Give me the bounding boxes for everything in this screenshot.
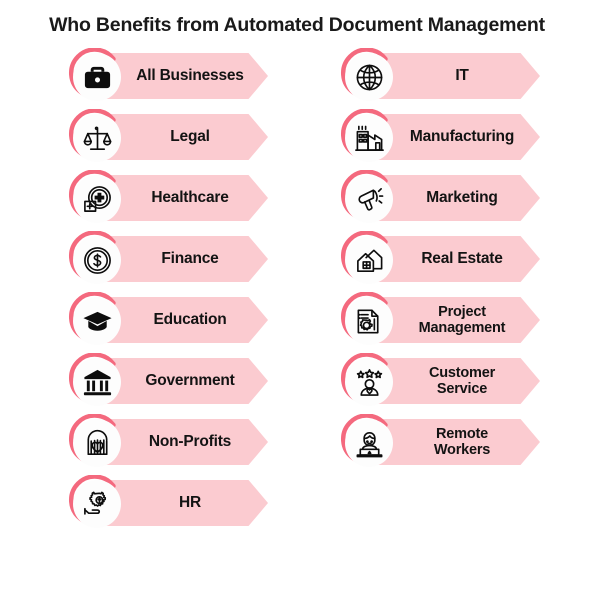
benefit-icon-badge (68, 413, 126, 472)
benefit-icon-badge (68, 352, 126, 411)
benefit-icon-badge (340, 108, 398, 167)
page-title: Who Benefits from Automated Document Man… (49, 14, 545, 36)
benefit-row[interactable]: Project Management (340, 291, 540, 353)
benefit-label: Marketing (426, 189, 498, 207)
benefit-banner: Healthcare (106, 175, 268, 221)
benefit-label: Education (153, 311, 227, 329)
benefit-row[interactable]: Real Estate (340, 230, 540, 292)
benefit-banner: Marketing (378, 175, 540, 221)
benefit-banner: Real Estate (378, 236, 540, 282)
benefit-banner: Non-Profits (106, 419, 268, 465)
benefit-banner: Government (106, 358, 268, 404)
benefit-label: Remote Workers (433, 425, 491, 458)
left-column: All Businesses Legal Healthcare Finance Educ… (68, 47, 268, 536)
benefit-row[interactable]: Manufacturing (340, 108, 540, 170)
person-laptop-icon (345, 419, 393, 467)
benefit-banner: IT (378, 53, 540, 99)
benefit-row[interactable]: Finance (68, 230, 268, 292)
benefit-icon-badge (340, 413, 398, 472)
benefit-row[interactable]: Government (68, 352, 268, 414)
government-building-icon (73, 358, 121, 406)
briefcase-icon (73, 53, 121, 101)
benefit-icon-badge (68, 108, 126, 167)
benefit-row[interactable]: Non-Profits (68, 413, 268, 475)
benefit-label: Legal (170, 128, 210, 146)
benefit-label: Non-Profits (148, 433, 232, 451)
hands-heart-icon (73, 419, 121, 467)
benefit-icon-badge (340, 291, 398, 350)
benefit-banner: HR (106, 480, 268, 526)
benefit-icon-badge (340, 47, 398, 106)
benefit-label: HR (179, 494, 201, 512)
benefit-label: Project Management (418, 303, 506, 336)
benefit-label: IT (455, 67, 469, 85)
benefit-icon-badge (68, 474, 126, 533)
benefit-row[interactable]: Customer Service (340, 352, 540, 414)
benefit-row[interactable]: All Businesses (68, 47, 268, 109)
benefit-label: Government (145, 372, 235, 390)
benefit-row[interactable]: Remote Workers (340, 413, 540, 475)
benefit-icon-badge (68, 291, 126, 350)
medical-cross-icon (73, 175, 121, 223)
benefit-banner: Finance (106, 236, 268, 282)
benefit-label: Healthcare (151, 189, 229, 207)
benefit-label: Real Estate (421, 250, 503, 268)
dollar-coin-icon (73, 236, 121, 284)
benefit-label: Finance (161, 250, 219, 268)
benefit-banner: Customer Service (378, 358, 540, 404)
benefit-label: All Businesses (136, 67, 244, 85)
benefit-banner: Education (106, 297, 268, 343)
right-column: IT Manufacturing Marketing Real Estate Proje… (340, 47, 540, 475)
benefit-icon-badge (340, 230, 398, 289)
benefit-banner: Remote Workers (378, 419, 540, 465)
benefit-icon-badge (340, 169, 398, 228)
benefit-icon-badge (68, 169, 126, 228)
graduation-cap-icon (73, 297, 121, 345)
benefit-icon-badge (68, 230, 126, 289)
benefit-icon-badge (68, 47, 126, 106)
benefit-row[interactable]: Marketing (340, 169, 540, 231)
benefit-banner: Project Management (378, 297, 540, 343)
benefit-banner: Manufacturing (378, 114, 540, 160)
globe-icon (345, 53, 393, 101)
person-stars-icon (345, 358, 393, 406)
infographic-canvas: Who Benefits from Automated Document Man… (0, 0, 594, 594)
benefit-row[interactable]: Education (68, 291, 268, 353)
benefit-banner: Legal (106, 114, 268, 160)
factory-icon (345, 114, 393, 162)
document-gear-icon (345, 297, 393, 345)
hand-gear-icon (73, 480, 121, 528)
benefit-banner: All Businesses (106, 53, 268, 99)
scales-of-justice-icon (73, 114, 121, 162)
benefit-row[interactable]: Legal (68, 108, 268, 170)
benefit-row[interactable]: HR (68, 474, 268, 536)
benefit-row[interactable]: Healthcare (68, 169, 268, 231)
benefit-icon-badge (340, 352, 398, 411)
benefit-label: Manufacturing (409, 128, 515, 146)
megaphone-icon (345, 175, 393, 223)
benefit-label: Customer Service (428, 364, 496, 397)
houses-icon (345, 236, 393, 284)
benefit-row[interactable]: IT (340, 47, 540, 109)
